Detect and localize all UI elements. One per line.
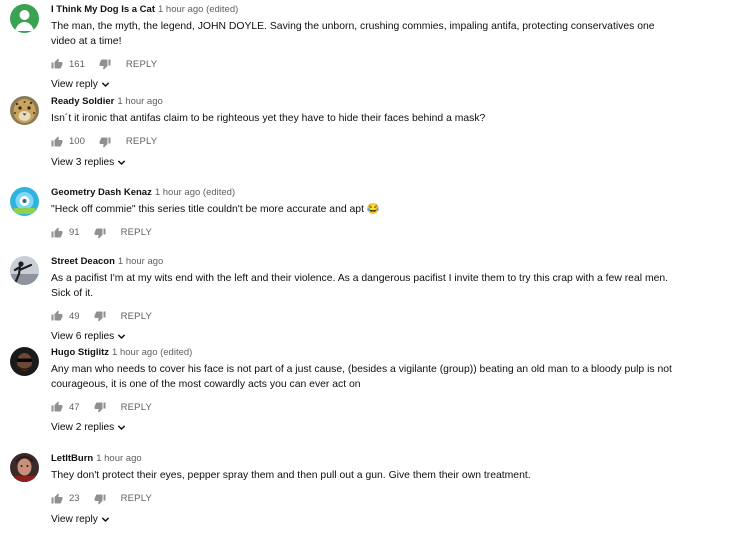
comment-header: Geometry Dash Kenaz 1 hour ago (edited) (51, 187, 726, 199)
thumbs-down-icon[interactable] (94, 493, 106, 505)
leopard-avatar-icon[interactable] (10, 96, 39, 125)
reply-button[interactable]: REPLY (126, 136, 157, 147)
chevron-down-icon (101, 82, 109, 88)
laughing-emoji-icon: 😂 (366, 204, 380, 215)
comment-header: Ready Soldier 1 hour ago (51, 96, 726, 108)
comment-header: LetItBurn 1 hour ago (51, 453, 726, 465)
thumbs-up-icon[interactable] (51, 310, 63, 322)
chevron-down-icon (101, 516, 109, 522)
sunglasses-man-avatar-icon[interactable] (10, 347, 39, 376)
view-replies-button[interactable]: View 2 replies (51, 422, 126, 433)
like-count: 100 (69, 136, 85, 147)
thumbs-down-icon[interactable] (99, 136, 111, 148)
thumbs-up-icon[interactable] (51, 227, 63, 239)
author-name[interactable]: Ready Soldier (51, 96, 114, 107)
comment-body: I Think My Dog Is a Cat 1 hour ago (edite… (51, 4, 726, 92)
reply-button[interactable]: REPLY (121, 227, 152, 238)
default-user-avatar-icon[interactable] (10, 4, 39, 33)
comment-actions: 161 REPLY (51, 56, 726, 72)
reply-button[interactable]: REPLY (121, 493, 152, 504)
comment-timestamp[interactable]: 1 hour ago (edited) (158, 4, 238, 15)
thumbs-down-icon[interactable] (94, 401, 106, 413)
comment-timestamp[interactable]: 1 hour ago (117, 96, 162, 107)
comment-actions: 100 REPLY (51, 134, 726, 150)
view-replies-button[interactable]: View reply (51, 79, 110, 90)
view-replies-label: View 3 replies (51, 156, 115, 168)
comment-header: I Think My Dog Is a Cat 1 hour ago (edite… (51, 4, 726, 16)
cartoon-avatar-icon[interactable] (10, 187, 39, 216)
comment-actions: 47 REPLY (51, 399, 726, 415)
view-replies-label: View reply (51, 79, 98, 90)
comment-body: LetItBurn 1 hour ago They don't protect t… (51, 453, 726, 527)
like-count: 49 (69, 310, 80, 322)
comment-header: Street Deacon 1 hour ago (51, 256, 726, 268)
comment-text: The man, the myth, the legend, JOHN DOYL… (51, 21, 655, 47)
comment-actions: 23 REPLY (51, 491, 726, 507)
chevron-down-icon (118, 159, 126, 165)
comment-text: As a pacifist I'm at my wits end with th… (51, 273, 669, 299)
chevron-down-icon (118, 334, 126, 340)
author-name[interactable]: Geometry Dash Kenaz (51, 187, 152, 198)
view-replies-label: View 6 replies (51, 331, 115, 342)
reply-button[interactable]: REPLY (121, 311, 152, 322)
thumbs-up-icon[interactable] (51, 136, 63, 148)
author-name[interactable]: Street Deacon (51, 256, 115, 267)
comment-timestamp[interactable]: 1 hour ago (edited) (155, 187, 235, 198)
comment-text: Any man who needs to cover his face is n… (51, 364, 672, 390)
reply-button[interactable]: REPLY (121, 402, 152, 413)
view-replies-label: View 2 replies (51, 422, 115, 433)
thumbs-down-icon[interactable] (94, 310, 106, 322)
comment-body: Geometry Dash Kenaz 1 hour ago (edited) "… (51, 187, 726, 241)
thumbs-up-icon[interactable] (51, 493, 63, 505)
comment-actions: 91 REPLY (51, 225, 726, 241)
thumbs-up-icon[interactable] (51, 58, 63, 70)
comment-text: "Heck off commie" this series title coul… (51, 203, 681, 218)
comment-timestamp[interactable]: 1 hour ago (edited) (112, 347, 192, 358)
comment-body: Street Deacon 1 hour ago As a pacifist I'… (51, 256, 726, 344)
comment-text-content: "Heck off commie" this series title coul… (51, 204, 364, 215)
chevron-down-icon (118, 425, 126, 431)
view-replies-button[interactable]: View 3 replies (51, 157, 126, 168)
like-count: 91 (69, 227, 80, 238)
like-count: 23 (69, 493, 80, 504)
thumbs-down-icon[interactable] (99, 58, 111, 70)
like-count: 47 (69, 401, 80, 413)
comment-text: Isn´t it ironic that antifas claim to be… (51, 113, 486, 124)
author-name[interactable]: I Think My Dog Is a Cat (51, 4, 155, 15)
author-name[interactable]: Hugo Stiglitz (51, 347, 109, 358)
portrait-avatar-icon[interactable] (10, 453, 39, 482)
like-count: 161 (69, 58, 85, 70)
comment-actions: 49 REPLY (51, 308, 726, 324)
comment-header: Hugo Stiglitz 1 hour ago (edited) (51, 347, 726, 359)
comment-body: Ready Soldier 1 hour ago Isn´t it ironic … (51, 96, 726, 170)
author-name[interactable]: LetItBurn (51, 453, 93, 464)
comment-text: They don't protect their eyes, pepper sp… (51, 470, 531, 481)
view-replies-button[interactable]: View 6 replies (51, 331, 126, 342)
thumbs-up-icon[interactable] (51, 401, 63, 413)
thumbs-down-icon[interactable] (94, 227, 106, 239)
view-replies-button[interactable]: View reply (51, 514, 110, 525)
kick-silhouette-avatar-icon[interactable] (10, 256, 39, 285)
reply-button[interactable]: REPLY (126, 59, 157, 70)
comment-timestamp[interactable]: 1 hour ago (118, 256, 163, 267)
comment-body: Hugo Stiglitz 1 hour ago (edited) Any man… (51, 347, 726, 435)
comment-timestamp[interactable]: 1 hour ago (96, 453, 141, 464)
view-replies-label: View reply (51, 513, 98, 525)
